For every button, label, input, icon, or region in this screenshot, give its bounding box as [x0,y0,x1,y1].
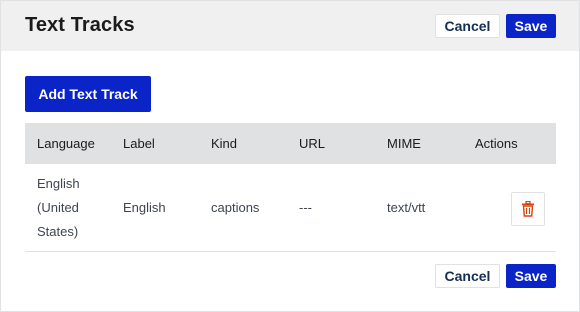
table-header: Language Label Kind URL MIME Actions [25,123,556,164]
header-cancel-button[interactable]: Cancel [435,14,500,38]
cell-language: English (United States) [37,172,107,244]
cell-label: English [123,200,166,215]
trash-icon [522,201,534,217]
cell-url: --- [299,200,312,215]
page-title: Text Tracks [25,14,135,36]
cell-language-line: States) [37,224,79,239]
cell-language-line: English [37,176,80,191]
cell-kind: captions [211,200,260,215]
panel-header: Text Tracks Cancel Save [1,1,579,51]
table-row: English (United States) English captions… [25,164,556,252]
delete-track-button[interactable] [511,192,545,226]
column-header-kind: Kind [211,136,238,151]
cell-mime: text/vtt [387,200,426,215]
column-header-language: Language [37,136,95,151]
footer-cancel-button[interactable]: Cancel [435,264,500,288]
column-header-url: URL [299,136,326,151]
add-text-track-button[interactable]: Add Text Track [25,76,151,112]
column-header-mime: MIME [387,136,421,151]
footer-save-button[interactable]: Save [506,264,556,288]
column-header-actions: Actions [475,136,518,151]
cell-language-line: (United [37,200,79,215]
text-tracks-panel: Text Tracks Cancel Save Add Text Track L… [0,0,580,312]
header-save-button[interactable]: Save [506,14,556,38]
column-header-label: Label [123,136,155,151]
